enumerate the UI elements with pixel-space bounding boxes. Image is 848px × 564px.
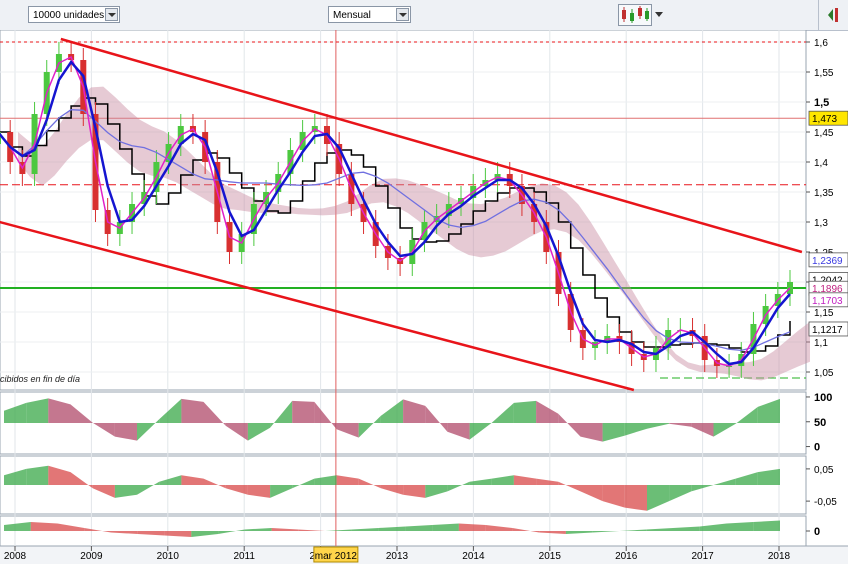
x-tick-label: 2016: [615, 551, 638, 562]
collapse-panel-icon[interactable]: [819, 0, 848, 30]
x-tick-label: 2010: [157, 551, 180, 562]
crosshair-label: mar 2012: [315, 551, 358, 562]
y-tick-label: 1,5: [814, 97, 829, 109]
y-tick-label: 1,3: [814, 218, 828, 229]
chart-toolbar: 10000 unidades Mensual: [0, 0, 848, 31]
oscillator-tick-label: 100: [814, 392, 832, 404]
price-tag-label: 1,2369: [812, 256, 843, 267]
y-tick-label: 1,6: [814, 38, 828, 49]
price-chart[interactable]: 2008200920102011201220132014201520162017…: [0, 30, 848, 564]
oscillator-area: [26, 465, 49, 485]
y-tick-label: 1,15: [814, 308, 834, 319]
units-select-value: 10000 unidades: [33, 10, 105, 21]
oscillator-tick-label: 0: [814, 526, 820, 538]
price-tag-label: 1,1217: [812, 325, 843, 336]
oscillator-area: [181, 398, 204, 423]
oscillator-tick-label: 0: [814, 442, 820, 454]
side-panel-toggle[interactable]: [818, 0, 848, 30]
y-tick-label: 1,35: [814, 188, 834, 199]
oscillator-tick-label: 0,05: [814, 465, 834, 476]
y-tick-label: 1,55: [814, 68, 834, 79]
candlestick-chart-icon[interactable]: [618, 4, 652, 26]
x-tick-label: 2018: [768, 551, 791, 562]
x-tick-label: 2013: [386, 551, 409, 562]
y-tick-label: 1,1: [814, 338, 828, 349]
oscillator-area: [726, 522, 754, 531]
chevron-down-icon[interactable]: [105, 8, 118, 21]
chevron-down-icon[interactable]: [396, 8, 409, 21]
oscillator-area: [30, 522, 58, 531]
period-select-value: Mensual: [333, 10, 371, 21]
oscillator-area: [513, 400, 537, 423]
oscillator-tick-label: -0,05: [814, 497, 837, 508]
chevron-down-icon[interactable]: [654, 8, 664, 22]
oscillator-area: [292, 400, 315, 423]
x-tick-label: 2009: [80, 551, 103, 562]
price-tag-label: 1,473: [812, 114, 837, 125]
x-tick-label: 2014: [462, 551, 485, 562]
oscillator-tick-label: 50: [814, 417, 826, 429]
x-tick-label: 2015: [539, 551, 562, 562]
end-of-day-note: cibidos en fin de día: [0, 374, 81, 384]
oscillator-area: [753, 520, 780, 531]
x-tick-label: 2011: [233, 551, 255, 562]
y-tick-label: 1,45: [814, 128, 834, 139]
period-select[interactable]: Mensual: [328, 6, 411, 23]
units-select[interactable]: 10000 unidades: [28, 6, 120, 23]
oscillator-area: [624, 485, 647, 511]
price-tag-label: 1,1703: [812, 296, 843, 307]
y-tick-label: 1,4: [814, 158, 828, 169]
y-tick-label: 1,05: [814, 368, 834, 379]
x-tick-label: 2017: [691, 551, 714, 562]
x-axis-band: [0, 546, 848, 564]
x-tick-label: 2008: [4, 551, 27, 562]
